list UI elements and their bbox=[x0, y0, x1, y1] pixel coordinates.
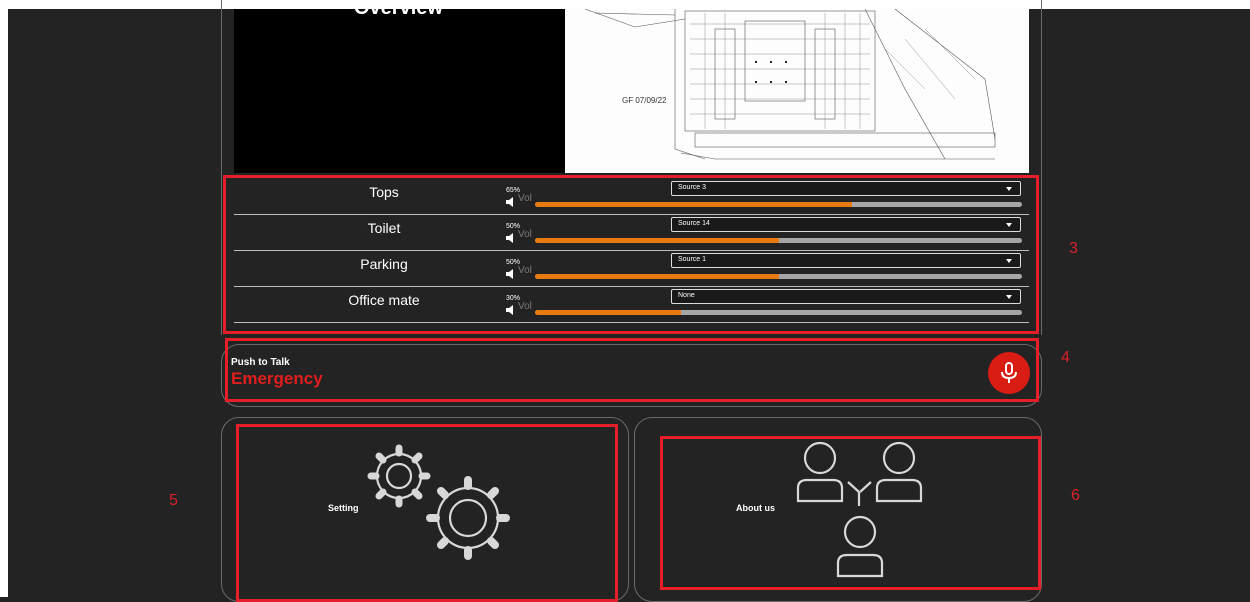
floor-plan-image[interactable]: GF 07/09/22 bbox=[565, 9, 1029, 173]
volume-slider-fill bbox=[535, 274, 779, 279]
volume-slider[interactable] bbox=[535, 238, 1022, 243]
source-select-value: Source 14 bbox=[678, 220, 710, 227]
speaker-icon bbox=[506, 305, 513, 315]
left-edge bbox=[0, 0, 8, 597]
speaker-icon bbox=[506, 269, 513, 279]
push-to-talk-label: Push to Talk bbox=[231, 357, 290, 368]
source-select[interactable]: Source 1 bbox=[671, 253, 1021, 268]
speaker-icon bbox=[506, 233, 513, 243]
zone-row: Parking 50% Vol Source 1 bbox=[234, 250, 1029, 287]
push-to-talk-highlight bbox=[225, 338, 1039, 402]
gears-icon bbox=[367, 444, 510, 560]
zone-name: Toilet bbox=[367, 220, 401, 236]
source-select[interactable]: Source 14 bbox=[671, 217, 1021, 232]
volume-slider-fill bbox=[535, 238, 779, 243]
zone-name: Tops bbox=[369, 184, 399, 200]
team-icon bbox=[796, 441, 923, 578]
source-select[interactable]: None bbox=[671, 289, 1021, 304]
annotation-number: 3 bbox=[1069, 240, 1078, 257]
volume-label: Vol bbox=[518, 229, 532, 240]
zone-row: Toilet 50% Vol Source 14 bbox=[234, 214, 1029, 251]
chevron-down-icon bbox=[1006, 295, 1012, 299]
volume-label: Vol bbox=[518, 193, 532, 204]
volume-slider-fill bbox=[535, 202, 852, 207]
volume-slider-fill bbox=[535, 310, 682, 315]
zone-row: Tops 65% Vol Source 3 bbox=[234, 178, 1029, 215]
source-select-value: None bbox=[678, 292, 695, 299]
chevron-down-icon bbox=[1006, 259, 1012, 263]
overview-panel: Overview bbox=[234, 9, 565, 173]
annotation-number: 6 bbox=[1071, 487, 1080, 504]
floor-plan-drawing bbox=[584, 9, 996, 160]
speaker-icon bbox=[506, 197, 513, 207]
emergency-title: Emergency bbox=[231, 369, 323, 388]
overview-title: Overview bbox=[354, 9, 443, 20]
push-to-talk-button[interactable] bbox=[988, 352, 1030, 394]
volume-slider[interactable] bbox=[535, 274, 1022, 279]
annotation-number: 5 bbox=[169, 492, 178, 509]
about-label: About us bbox=[736, 503, 775, 513]
setting-label: Setting bbox=[328, 503, 359, 513]
volume-label: Vol bbox=[518, 301, 532, 312]
chevron-down-icon bbox=[1006, 187, 1012, 191]
zone-name: Office mate bbox=[348, 292, 420, 308]
floor-plan-label: GF 07/09/22 bbox=[622, 96, 667, 105]
microphone-icon bbox=[1001, 362, 1017, 383]
source-select[interactable]: Source 3 bbox=[671, 181, 1021, 196]
zone-name: Parking bbox=[360, 256, 408, 272]
volume-slider[interactable] bbox=[535, 310, 1022, 315]
annotation-number: 4 bbox=[1061, 349, 1070, 366]
source-select-value: Source 3 bbox=[678, 184, 707, 191]
volume-label: Vol bbox=[518, 265, 532, 276]
zone-row: Office mate 30% Vol None bbox=[234, 286, 1029, 323]
source-select-value: Source 1 bbox=[678, 256, 707, 263]
volume-slider[interactable] bbox=[535, 202, 1022, 207]
chevron-down-icon bbox=[1006, 223, 1012, 227]
